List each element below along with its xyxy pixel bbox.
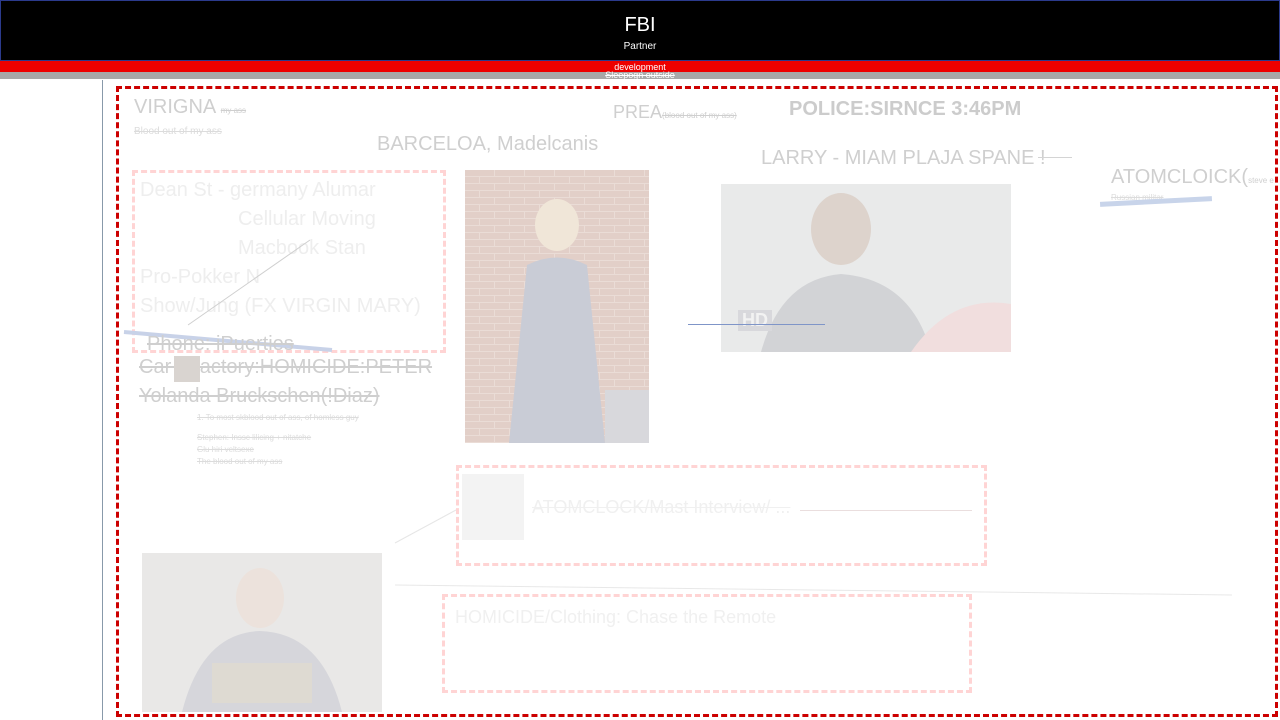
bottom-box-text: HOMICIDE/Clothing: Chase the Remote (455, 607, 777, 627)
prea-title: PREA (613, 102, 663, 122)
connector-to-middle-box (394, 509, 457, 544)
prea-note: (blood out of my ass) (662, 111, 737, 120)
virigna-title: VIRIGNA (134, 96, 216, 118)
gray-bar-label: Sleepogn outside (605, 70, 675, 80)
page-subtitle: Partner (623, 41, 657, 52)
note-item-4: The blood out of my ass (197, 457, 283, 466)
atomclock-note: steve e (1248, 176, 1274, 185)
photo-connector-line (688, 324, 825, 325)
phone-label: Phone: iPuerties (147, 333, 294, 355)
atomclock-title: ATOMCLOICK( (1111, 166, 1249, 188)
left-margin-line (102, 80, 103, 720)
officer-photo (465, 170, 649, 443)
police-label: POLICE:SIRNCE 3:46PM (789, 98, 1022, 120)
virigna-label: VIRIGNA my ass (134, 96, 246, 119)
note-item-1: 1. To most skblood out of ass, of homles… (197, 413, 359, 422)
prea-label: PREA(blood out of my ass) (613, 102, 737, 123)
notes-list: 1. To most skblood out of ass, of homles… (197, 412, 359, 468)
car-thumbnail (174, 356, 200, 382)
yolanda-label: Yolanda Bruckschen(!Diaz) (139, 385, 380, 407)
barcelona-label: BARCELOA, Madelcanis (377, 133, 599, 155)
page-title: FBI (624, 14, 656, 36)
virigna-sub: Blood out of my ass (134, 126, 222, 137)
board-connectors (394, 509, 1233, 596)
note-item-2: Stephen: Inssc lilicing + nitatche (197, 433, 312, 442)
connector-diagonal (187, 239, 311, 326)
note-item-3: Glu hiri veltsexe (197, 445, 254, 454)
hd-badge: HD (738, 310, 772, 331)
virigna-note: my ass (220, 106, 247, 115)
larry-underline (1038, 157, 1072, 158)
atomclock-label: ATOMCLOICK(steve e (1111, 166, 1274, 189)
left-note-line-1: Dean St - germany Alumar (140, 179, 376, 201)
elder-photo (142, 553, 382, 712)
elder-photo-art (142, 553, 382, 712)
officer-photo-art (465, 170, 649, 443)
larry-label: LARRY - MIAM PLAJA SPANE ! (761, 147, 1046, 169)
